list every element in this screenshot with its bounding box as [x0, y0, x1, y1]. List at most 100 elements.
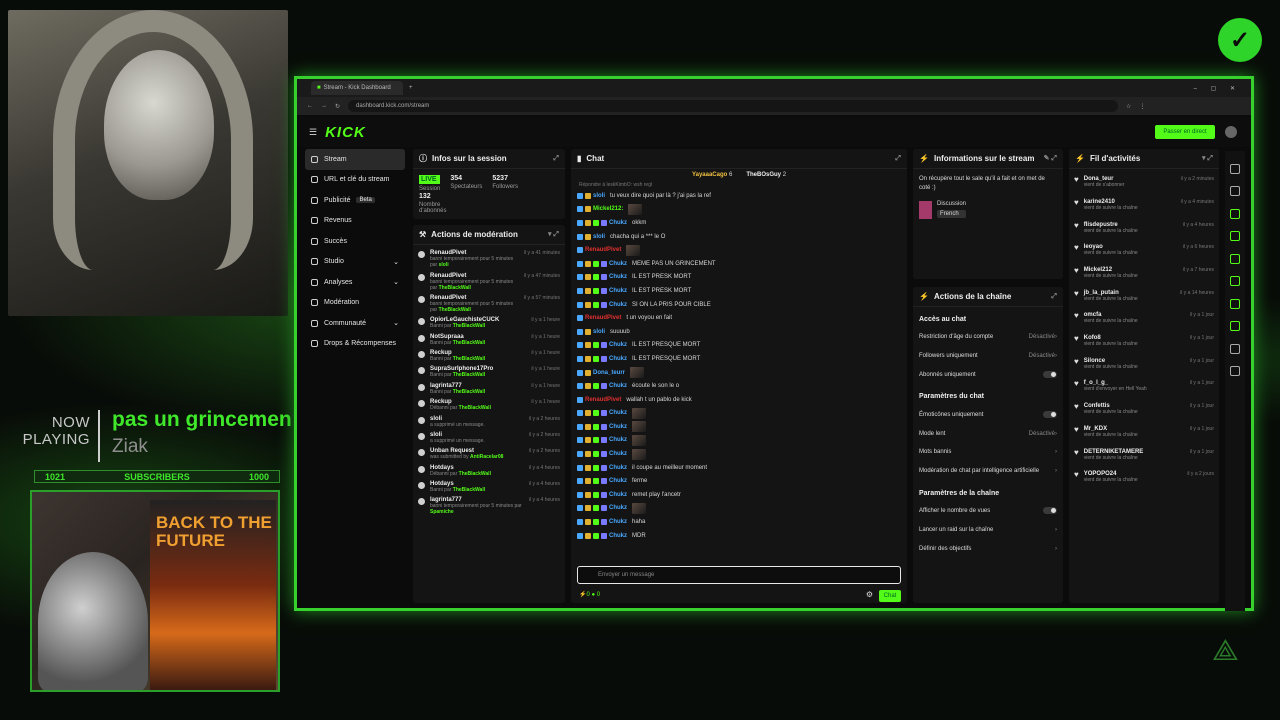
chat-message[interactable]: RenaudPivet t un voyou en fait	[571, 311, 907, 325]
channel-option[interactable]: Afficher le nombre de vues	[913, 502, 1063, 521]
url-input[interactable]: dashboard.kick.com/stream	[348, 100, 1119, 112]
table-row[interactable]: NotSupraaa Banni par TheBlackWall il y a 1…	[413, 332, 565, 348]
chat-username[interactable]: Chukz	[609, 478, 627, 484]
list-item[interactable]: ♥ jb_la_putain vient de suivre la chaîne il…	[1069, 286, 1219, 309]
back-icon[interactable]: ←	[307, 103, 313, 109]
reload-icon[interactable]: ↻	[335, 103, 340, 110]
chat-message[interactable]: Chukz	[571, 447, 907, 461]
edit-icon[interactable]: ✎ ⤢	[1044, 154, 1057, 163]
list-item[interactable]: ♥ YOPOPO24 vient de suivre la chaîne il y a…	[1069, 468, 1219, 491]
pinned-user[interactable]: TheBOsGuy 2	[746, 172, 786, 178]
chat-username[interactable]: Chukz	[609, 274, 627, 280]
list-item[interactable]: ♥ Mr_KDX vient de suivre la chaîne il y a 1…	[1069, 423, 1219, 446]
sidebar-item[interactable]: Stream	[305, 149, 405, 170]
avatar[interactable]	[1225, 126, 1237, 138]
chat-username[interactable]: Chukz	[609, 220, 627, 226]
chat-username[interactable]: Chukz	[609, 492, 627, 498]
tool-icon[interactable]	[1230, 208, 1240, 219]
list-item[interactable]: ♥ flisdepustre vient de suivre la chaîne il…	[1069, 218, 1219, 241]
chat-message[interactable]: RenaudPivet wallah t un pablo de kick	[571, 393, 907, 407]
list-item[interactable]: ♥ leoyao vient de suivre la chaîne il y a 6…	[1069, 241, 1219, 264]
chat-message[interactable]: Chukz	[571, 420, 907, 434]
chat-message[interactable]: Chukz	[571, 434, 907, 448]
chat-message[interactable]: Chukz	[571, 407, 907, 421]
pinned-user[interactable]: YayaaaCago 6	[692, 172, 732, 178]
list-item[interactable]: ♥ Confettis vient de suivre la chaîne il y …	[1069, 400, 1219, 423]
chat-message[interactable]: Chukz IL EST PRESQUE MORT	[571, 339, 907, 353]
channel-option[interactable]: Modération de chat par intelligence arti…	[913, 462, 1063, 481]
expand-icon[interactable]: ⤢	[895, 155, 901, 163]
chat-username[interactable]: RenaudPivet	[585, 315, 621, 321]
chat-message[interactable]: Chukz IL EST PRESK MORT	[571, 271, 907, 285]
toggle-switch[interactable]	[1043, 507, 1057, 515]
chat-username[interactable]: RenaudPivet	[585, 247, 621, 253]
table-row[interactable]: sloli a supprimé un message. il y a 2 heu…	[413, 413, 565, 429]
chat-message[interactable]: RenaudPivet	[571, 243, 907, 257]
channel-option[interactable]: Émoticônes uniquement	[913, 405, 1063, 424]
chat-message[interactable]: Chukz écoute le son le o	[571, 379, 907, 393]
list-item[interactable]: ♥ omcfa vient de suivre la chaîne il y a 1 …	[1069, 309, 1219, 332]
chat-message[interactable]: Chukz il coupe au meilleur moment	[571, 461, 907, 475]
expand-icon[interactable]: ⤢	[1051, 293, 1057, 301]
chat-username[interactable]: RenaudPivet	[585, 397, 621, 403]
sidebar-item[interactable]: Studio ⌄	[305, 252, 405, 273]
chat-username[interactable]: Chukz	[609, 356, 627, 362]
list-item[interactable]: ♥ karine2410 vient de suivre la chaîne il y…	[1069, 196, 1219, 219]
list-item[interactable]: ♥ DETERNIKETAMERE vient de suivre la chaîn…	[1069, 445, 1219, 468]
table-row[interactable]: OpiorLeGauchisteCUCK Banni par TheBlackWa…	[413, 315, 565, 331]
list-item[interactable]: ♥ f_o_l_g_ vient d'envoyer en Hell Yeah il …	[1069, 377, 1219, 400]
chat-message[interactable]: Chukz MEME PAS UN GRINCEMENT	[571, 257, 907, 271]
table-row[interactable]: lagrinta777 Banni par TheBlackWall il y a …	[413, 381, 565, 397]
sidebar-item[interactable]: Analyses ⌄	[305, 272, 405, 293]
channel-option[interactable]: Mode lent Désactivé ›	[913, 424, 1063, 443]
chat-message[interactable]: Dona_teurr	[571, 366, 907, 380]
table-row[interactable]: RenaudPivet banni temporairement pour 5 m…	[413, 270, 565, 292]
chat-username[interactable]: Chukz	[609, 519, 627, 525]
chat-username[interactable]: Chukz	[609, 437, 627, 443]
tool-icon[interactable]	[1230, 298, 1240, 309]
table-row[interactable]: RenaudPivet banni temporairement pour 5 m…	[413, 248, 565, 270]
chat-message[interactable]: Chukz MDR	[571, 529, 907, 543]
table-row[interactable]: Reckup Banni par TheBlackWall il y a 1 heu…	[413, 348, 565, 364]
chat-message[interactable]: Mickel212:	[571, 203, 907, 217]
channel-option[interactable]: Définir des objectifs ›	[913, 539, 1063, 558]
chat-username[interactable]: Chukz	[609, 505, 627, 511]
list-item[interactable]: ♥ Kofo8 vient de suivre la chaîne il y a 1 …	[1069, 332, 1219, 355]
chat-message[interactable]: sloli suuuub	[571, 325, 907, 339]
chat-message[interactable]: sloli tu veux dire quoi par là ? j'ai pas…	[571, 189, 907, 203]
chat-username[interactable]: sloli	[593, 329, 605, 335]
sidebar-item[interactable]: Drops & Récompenses	[305, 334, 405, 355]
chat-input[interactable]: Envoyer un message	[577, 566, 901, 584]
tool-icon[interactable]	[1230, 186, 1240, 196]
table-row[interactable]: Hotdays Banni par TheBlackWall il y a 4 he…	[413, 479, 565, 495]
chat-send-button[interactable]: Chat	[879, 590, 901, 602]
sidebar-item[interactable]: Publicité Beta	[305, 190, 405, 211]
chat-message[interactable]: Chukz	[571, 502, 907, 516]
filter-icon[interactable]: ▾ ⤢	[1202, 154, 1213, 163]
hamburger-icon[interactable]: ☰	[309, 127, 317, 138]
chat-username[interactable]: Chukz	[609, 533, 627, 539]
chat-username[interactable]: Chukz	[609, 288, 627, 294]
browser-tab[interactable]: ■ Stream - Kick Dashboard	[311, 81, 403, 95]
chat-username[interactable]: Chukz	[609, 424, 627, 430]
chat-message[interactable]: Chukz remet play l'ancetr	[571, 488, 907, 502]
chat-username[interactable]: sloli	[593, 234, 605, 240]
tool-icon[interactable]	[1230, 321, 1240, 331]
chat-message[interactable]: Chukz haha	[571, 515, 907, 529]
expand-icon[interactable]: ⤢	[553, 155, 559, 163]
filter-icon[interactable]: ▾ ⤢	[548, 230, 559, 239]
chat-username[interactable]: Chukz	[609, 383, 627, 389]
menu-icon[interactable]: ⋮	[1139, 103, 1145, 110]
channel-option[interactable]: Abonnés uniquement	[913, 366, 1063, 385]
channel-option[interactable]: Lancer un raid sur la chaîne ›	[913, 520, 1063, 539]
chat-username[interactable]: Mickel212:	[593, 206, 623, 212]
window-controls[interactable]: – ▢ ✕	[1194, 85, 1241, 92]
kick-logo[interactable]: KICK	[325, 124, 366, 141]
table-row[interactable]: Reckup Débanni par TheBlackWall il y a 1 h…	[413, 397, 565, 413]
tool-icon[interactable]	[1230, 366, 1240, 376]
go-live-button[interactable]: Passer en direct	[1155, 125, 1215, 139]
chat-message[interactable]: Chukz IL EST PRESK MORT	[571, 284, 907, 298]
tool-icon[interactable]	[1230, 276, 1240, 286]
channel-option[interactable]: Followers uniquement Désactivé ›	[913, 347, 1063, 366]
list-item[interactable]: ♥ Mickel212 vient de suivre la chaîne il y …	[1069, 264, 1219, 287]
